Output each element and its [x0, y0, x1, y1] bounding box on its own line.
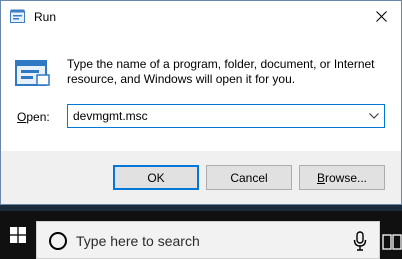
- run-icon: [15, 60, 50, 86]
- open-input[interactable]: [68, 105, 360, 127]
- chevron-down-icon: [369, 113, 379, 119]
- close-button[interactable]: [361, 1, 401, 31]
- windows-logo-icon: [10, 227, 26, 243]
- open-combobox[interactable]: [67, 104, 385, 128]
- start-button[interactable]: [0, 211, 36, 259]
- search-placeholder: Type here to search: [76, 233, 200, 249]
- open-label-text: pen:: [26, 110, 50, 124]
- ok-button-label: OK: [147, 170, 165, 185]
- cancel-button-label: Cancel: [230, 170, 268, 185]
- browse-button[interactable]: Browse...: [299, 165, 385, 190]
- ok-button[interactable]: OK: [113, 165, 199, 190]
- instruction-text: Type the name of a program, folder, docu…: [67, 57, 375, 86]
- browse-label-text: rowse...: [325, 170, 368, 185]
- cancel-button[interactable]: Cancel: [206, 165, 292, 190]
- microphone-icon[interactable]: [353, 231, 367, 251]
- search-circle-icon: [49, 232, 67, 250]
- task-view-icon[interactable]: [382, 233, 402, 251]
- browse-button-label: Browse...: [317, 171, 367, 185]
- run-icon: [10, 9, 25, 23]
- open-label-accesskey: O: [17, 110, 27, 124]
- button-bar: OK Cancel Browse...: [1, 151, 401, 204]
- title-bar[interactable]: Run: [1, 1, 401, 31]
- close-icon: [375, 10, 387, 22]
- taskbar-search-box[interactable]: Type here to search: [36, 221, 380, 259]
- browse-accesskey: B: [316, 170, 325, 185]
- open-label: Open:: [17, 110, 50, 124]
- taskbar: Type here to search: [0, 211, 402, 259]
- dropdown-button[interactable]: [364, 105, 384, 127]
- window-title: Run: [34, 10, 57, 24]
- run-dialog: Run Type the name of a program, folder, …: [0, 0, 402, 205]
